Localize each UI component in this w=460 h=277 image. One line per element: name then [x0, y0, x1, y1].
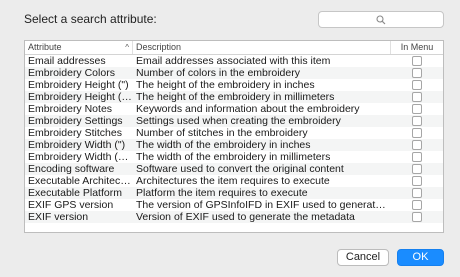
- attribute-name-cell: Embroidery Width ("): [28, 139, 126, 151]
- table-row[interactable]: Embroidery Width (mm) The width of the em…: [25, 151, 443, 163]
- in-menu-checkbox[interactable]: [412, 200, 422, 210]
- table-row[interactable]: Embroidery Colors Number of colors in the…: [25, 67, 443, 79]
- in-menu-checkbox[interactable]: [412, 116, 422, 126]
- in-menu-checkbox[interactable]: [412, 92, 422, 102]
- attribute-name-cell: Embroidery Settings: [28, 115, 123, 127]
- column-header-in-menu[interactable]: In Menu: [391, 41, 443, 54]
- attribute-name-cell: Embroidery Height (mm): [28, 91, 133, 103]
- table-row[interactable]: Embroidery Height (mm) The height of the …: [25, 91, 443, 103]
- attribute-name-cell: Encoding software: [28, 163, 115, 175]
- dialog-prompt: Select a search attribute:: [24, 12, 157, 26]
- in-menu-cell: [391, 116, 443, 126]
- attribute-name-cell: Executable Architectur...: [28, 175, 133, 187]
- in-menu-cell: [391, 152, 443, 162]
- table-row[interactable]: Executable Platform Platform the item req…: [25, 187, 443, 199]
- attribute-description-cell: The width of the embroidery in millimete…: [136, 151, 331, 163]
- in-menu-cell: [391, 92, 443, 102]
- attribute-description-cell: Email addresses associated with this ite…: [136, 55, 331, 67]
- table-row[interactable]: EXIF version Version of EXIF used to gene…: [25, 211, 443, 223]
- table-row[interactable]: Encoding software Software used to conver…: [25, 163, 443, 175]
- cancel-button[interactable]: Cancel: [337, 249, 389, 266]
- attribute-description-cell: The version of GPSInfoIFD in EXIF used t…: [136, 199, 391, 211]
- in-menu-cell: [391, 128, 443, 138]
- table-row[interactable]: Email addresses Email addresses associate…: [25, 55, 443, 67]
- table-body: Email addresses Email addresses associate…: [25, 55, 443, 223]
- attribute-description-cell: Settings used when creating the embroide…: [136, 115, 341, 127]
- in-menu-cell: [391, 176, 443, 186]
- table-row[interactable]: Embroidery Notes Keywords and information…: [25, 103, 443, 115]
- attribute-name-cell: Embroidery Width (mm): [28, 151, 133, 163]
- attribute-name-cell: Embroidery Height ("): [28, 79, 129, 91]
- attribute-name-cell: Embroidery Stitches: [28, 127, 122, 139]
- in-menu-checkbox[interactable]: [412, 176, 422, 186]
- table-row[interactable]: Embroidery Width (") The width of the emb…: [25, 139, 443, 151]
- in-menu-cell: [391, 212, 443, 222]
- in-menu-checkbox[interactable]: [412, 56, 422, 66]
- in-menu-cell: [391, 188, 443, 198]
- attribute-description-cell: Version of EXIF used to generate the met…: [136, 211, 355, 223]
- ok-button[interactable]: OK: [397, 249, 444, 266]
- in-menu-checkbox[interactable]: [412, 128, 422, 138]
- in-menu-cell: [391, 80, 443, 90]
- attribute-description-cell: The height of the embroidery in millimet…: [136, 91, 335, 103]
- attribute-description-cell: The width of the embroidery in inches: [136, 139, 311, 151]
- in-menu-cell: [391, 200, 443, 210]
- attribute-name-cell: Email addresses: [28, 55, 106, 67]
- column-header-attribute[interactable]: Attribute ^: [25, 41, 133, 54]
- in-menu-checkbox[interactable]: [412, 152, 422, 162]
- attribute-name-cell: EXIF version: [28, 211, 89, 223]
- in-menu-cell: [391, 164, 443, 174]
- in-menu-checkbox[interactable]: [412, 164, 422, 174]
- in-menu-cell: [391, 140, 443, 150]
- search-input[interactable]: [318, 11, 444, 28]
- in-menu-checkbox[interactable]: [412, 68, 422, 78]
- attribute-description-cell: Platform the item requires to execute: [136, 187, 308, 199]
- in-menu-checkbox[interactable]: [412, 104, 422, 114]
- in-menu-checkbox[interactable]: [412, 212, 422, 222]
- attribute-description-cell: The height of the embroidery in inches: [136, 79, 315, 91]
- in-menu-cell: [391, 56, 443, 66]
- sort-ascending-icon: ^: [125, 43, 129, 52]
- attribute-name-cell: Executable Platform: [28, 187, 122, 199]
- column-header-attribute-label: Attribute: [28, 42, 62, 52]
- table-row[interactable]: Embroidery Settings Settings used when cr…: [25, 115, 443, 127]
- attribute-name-cell: Embroidery Notes: [28, 103, 113, 115]
- table-header: Attribute ^ Description In Menu: [25, 41, 443, 55]
- attribute-name-cell: EXIF GPS version: [28, 199, 114, 211]
- table-row[interactable]: EXIF GPS version The version of GPSInfoIF…: [25, 199, 443, 211]
- table-row[interactable]: Executable Architectur... Architectures t…: [25, 175, 443, 187]
- attribute-description-cell: Software used to convert the original co…: [136, 163, 344, 175]
- attribute-description-cell: Keywords and information about the embro…: [136, 103, 360, 115]
- in-menu-checkbox[interactable]: [412, 80, 422, 90]
- attribute-description-cell: Number of colors in the embroidery: [136, 67, 300, 79]
- attribute-table: Attribute ^ Description In Menu Email ad…: [24, 40, 444, 233]
- in-menu-cell: [391, 68, 443, 78]
- table-row[interactable]: Embroidery Height (") The height of the e…: [25, 79, 443, 91]
- in-menu-checkbox[interactable]: [412, 188, 422, 198]
- table-row[interactable]: Embroidery Stitches Number of stitches in…: [25, 127, 443, 139]
- search-icon: [376, 14, 386, 24]
- in-menu-checkbox[interactable]: [412, 140, 422, 150]
- column-header-description[interactable]: Description: [133, 41, 391, 54]
- attribute-description-cell: Number of stitches in the embroidery: [136, 127, 308, 139]
- attribute-description-cell: Architectures the item requires to execu…: [136, 175, 330, 187]
- attribute-name-cell: Embroidery Colors: [28, 67, 115, 79]
- in-menu-cell: [391, 104, 443, 114]
